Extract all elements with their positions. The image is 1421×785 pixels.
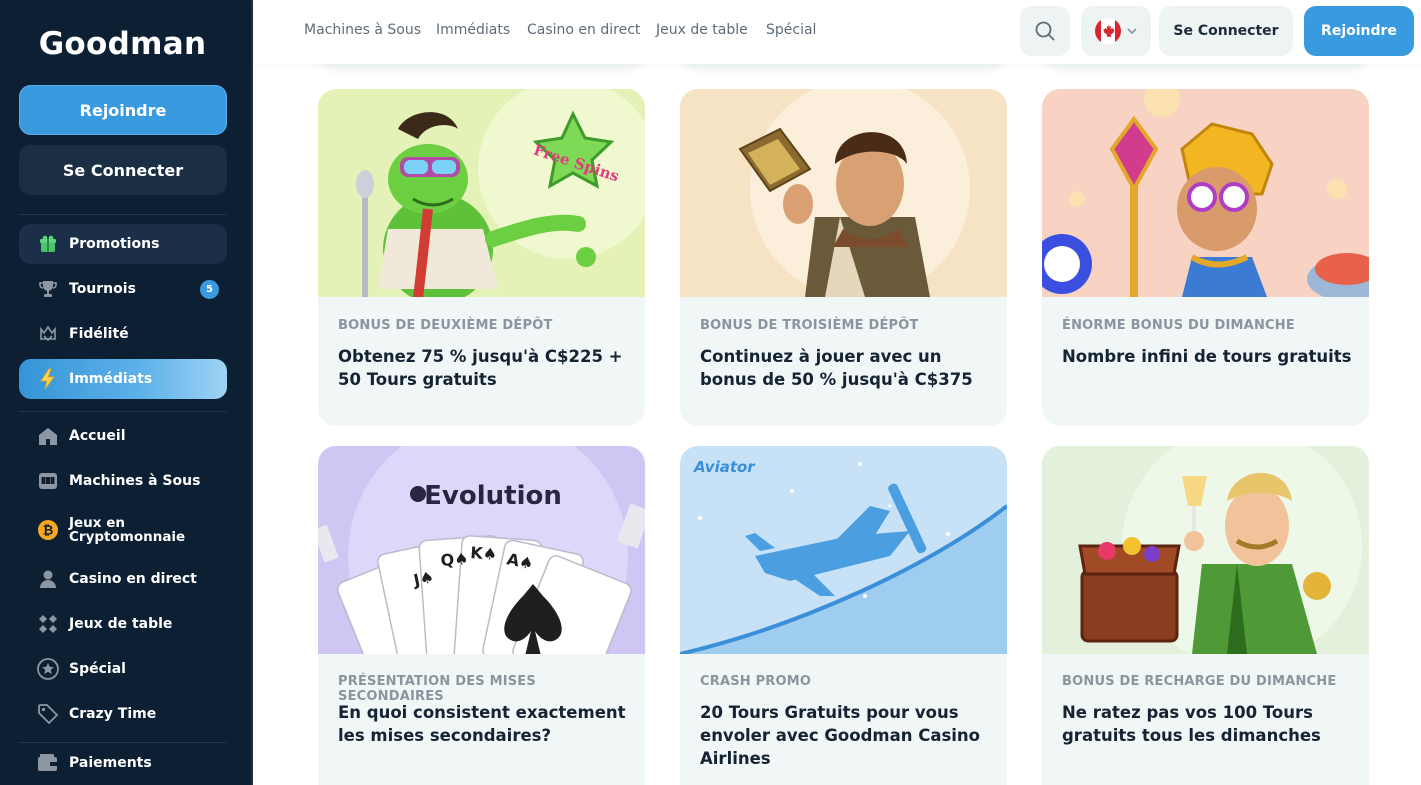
sidebar-item-slots[interactable]: Machines à Sous — [19, 461, 227, 501]
logo[interactable]: Goodman — [0, 26, 245, 62]
top-navigation: Machines à Sous Immédiats Casino en dire… — [255, 0, 1421, 64]
sidebar-item-label: Casino en direct — [69, 571, 197, 587]
slot-machine-icon — [37, 470, 59, 492]
chevron-down-icon — [1127, 28, 1137, 35]
svg-text:Q♠: Q♠ — [440, 549, 469, 570]
evolution-logo-text: Evolution — [424, 481, 562, 511]
promo-title: Obtenez 75 % jusqu'à C$225 + 50 Tours gr… — [338, 347, 623, 389]
promo-category: PRÉSENTATION DES MISES SECONDAIRES — [338, 674, 536, 704]
sidebar-item-label: Tournois — [69, 281, 136, 297]
table-games-icon — [37, 613, 59, 635]
login-button[interactable]: Se Connecter — [1159, 6, 1293, 56]
tag-icon — [37, 703, 59, 725]
sidebar-login-button[interactable]: Se Connecter — [19, 145, 227, 195]
promo-card[interactable]: Evolution J♠ Q♠ K♠ A♠ PRÉSENTATION DES M… — [318, 446, 645, 785]
promo-title: 20 Tours Gratuits pour vous envoler avec… — [700, 703, 981, 768]
language-selector[interactable] — [1081, 6, 1151, 56]
sidebar-item-label: Immédiats — [69, 371, 153, 387]
sidebar-item-loyalty[interactable]: Fidélité — [19, 314, 227, 354]
sidebar-item-live-casino[interactable]: Casino en direct — [19, 559, 227, 599]
loyalty-icon — [37, 323, 59, 345]
search-icon — [1035, 21, 1055, 41]
promo-card[interactable]: Free Spins BONUS DE DEUXIÈME DÉPÔT Obten… — [318, 89, 645, 426]
sidebar-item-label: Paiements — [69, 755, 152, 771]
bitcoin-icon: ₿ — [37, 519, 59, 541]
promo-category: BONUS DE TROISIÈME DÉPÔT — [700, 318, 919, 333]
gift-icon — [37, 233, 59, 255]
sidebar-item-label: Jeux en Cryptomonnaie — [69, 515, 186, 545]
sidebar-item-label: Accueil — [69, 428, 126, 444]
sidebar-item-label: Machines à Sous — [69, 473, 201, 489]
promo-card[interactable]: ÉNORME BONUS DU DIMANCHE Nombre infini d… — [1042, 89, 1369, 426]
sidebar-item-crypto[interactable]: ₿ Jeux en Cryptomonnaie — [19, 510, 227, 550]
sidebar-item-label: Fidélité — [69, 326, 129, 342]
canada-flag-icon — [1095, 18, 1121, 44]
nav-link-live-casino[interactable]: Casino en direct — [527, 22, 640, 38]
sidebar-divider — [19, 411, 227, 412]
home-icon — [37, 425, 59, 447]
promo-card-image — [1042, 89, 1369, 297]
promo-card-image: Evolution J♠ Q♠ K♠ A♠ — [318, 446, 645, 654]
sidebar-item-label: Promotions — [69, 236, 160, 252]
star-icon — [37, 658, 59, 680]
aviator-logo-text: Aviator — [693, 458, 756, 476]
promo-title: Continuez à jouer avec un bonus de 50 % … — [700, 347, 973, 389]
sidebar-item-label: Crazy Time — [69, 706, 157, 722]
sidebar-item-payments[interactable]: Paiements — [19, 743, 227, 783]
promo-card-image — [1042, 446, 1369, 654]
promo-category: ÉNORME BONUS DU DIMANCHE — [1062, 318, 1295, 333]
promo-card-image: Free Spins — [318, 89, 645, 297]
svg-text:K♠: K♠ — [470, 543, 498, 564]
promo-title: Ne ratez pas vos 100 Tours gratuits tous… — [1062, 703, 1321, 745]
promo-title: En quoi consistent exactement les mises … — [338, 703, 626, 745]
sidebar-item-instant[interactable]: Immédiats — [19, 359, 227, 399]
promo-category: BONUS DE DEUXIÈME DÉPÔT — [338, 318, 553, 333]
sidebar: Goodman Rejoindre Se Connecter Promotion… — [0, 0, 253, 785]
promo-category: BONUS DE RECHARGE DU DIMANCHE — [1062, 674, 1337, 689]
sidebar-divider — [19, 214, 227, 215]
nav-link-slots[interactable]: Machines à Sous — [304, 22, 421, 38]
tournaments-count-badge: 5 — [200, 279, 219, 299]
promo-card[interactable]: BONUS DE TROISIÈME DÉPÔT Continuez à jou… — [680, 89, 1007, 426]
sidebar-item-label: Jeux de table — [69, 616, 173, 632]
sidebar-join-button[interactable]: Rejoindre — [19, 85, 227, 135]
sidebar-item-special[interactable]: Spécial — [19, 649, 227, 689]
sidebar-item-promotions[interactable]: Promotions — [19, 224, 227, 264]
sidebar-item-home[interactable]: Accueil — [19, 416, 227, 456]
promo-card-image — [680, 89, 1007, 297]
nav-link-table-games[interactable]: Jeux de table — [656, 22, 748, 38]
sidebar-item-tournaments[interactable]: Tournois 5 — [19, 269, 227, 309]
promo-category: CRASH PROMO — [700, 674, 812, 689]
sidebar-item-label: Spécial — [69, 661, 126, 677]
trophy-icon — [37, 278, 59, 300]
wallet-icon — [37, 752, 59, 774]
promo-title: Nombre infini de tours gratuits — [1062, 347, 1352, 366]
lightning-icon — [37, 368, 59, 390]
sidebar-item-crazy-time[interactable]: Crazy Time — [19, 694, 227, 734]
svg-text:₿: ₿ — [43, 524, 54, 539]
nav-link-instant[interactable]: Immédiats — [436, 22, 510, 38]
search-button[interactable] — [1020, 6, 1070, 56]
join-button[interactable]: Rejoindre — [1304, 6, 1414, 56]
live-dealer-icon — [37, 568, 59, 590]
sidebar-item-table-games[interactable]: Jeux de table — [19, 604, 227, 644]
promo-card[interactable]: BONUS DE RECHARGE DU DIMANCHE Ne ratez p… — [1042, 446, 1369, 785]
nav-link-special[interactable]: Spécial — [766, 22, 816, 38]
promo-card-image: Aviator — [680, 446, 1007, 654]
promo-card[interactable]: Aviator CRASH PROMO 20 Tours Gratuits po… — [680, 446, 1007, 785]
